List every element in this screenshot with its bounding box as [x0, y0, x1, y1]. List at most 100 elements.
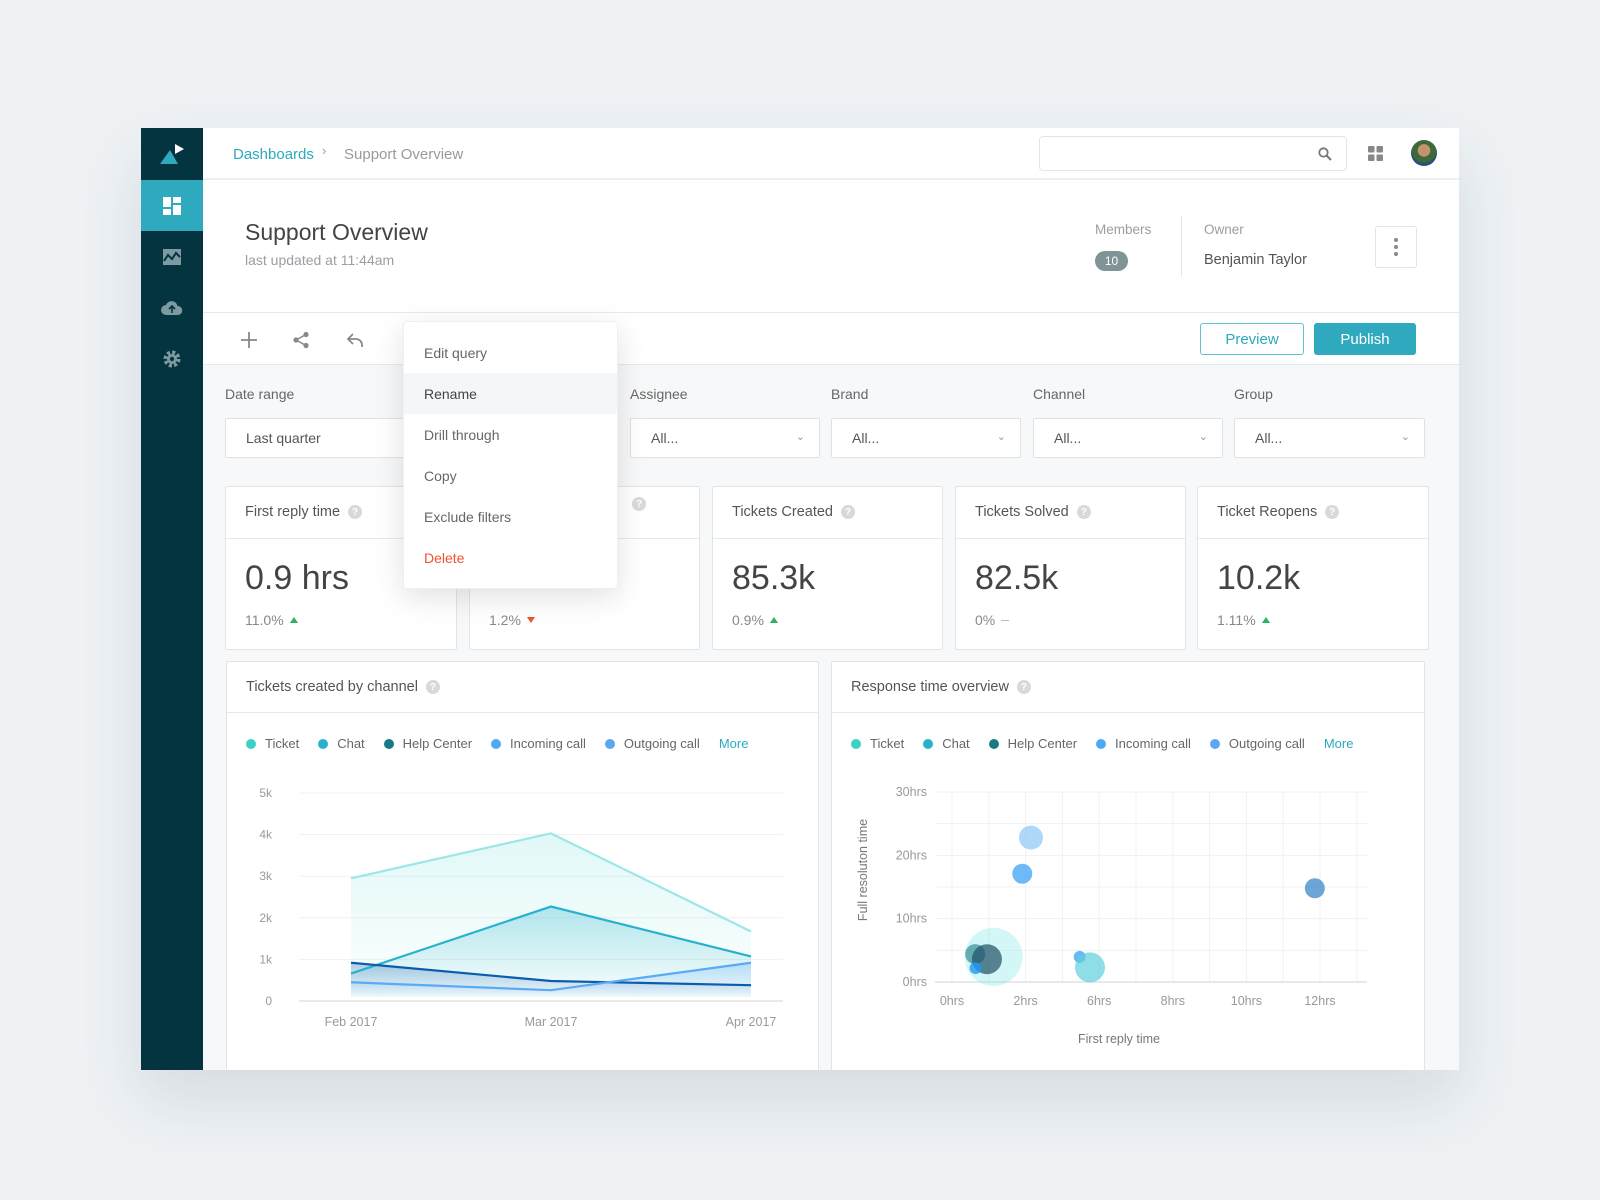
apps-grid-icon[interactable] [1368, 146, 1383, 161]
dashboard-header [203, 180, 1459, 313]
sidebar [141, 128, 203, 1070]
date-range-select[interactable]: Last quarter [225, 418, 425, 458]
sidebar-item-upload[interactable] [141, 282, 203, 333]
chevron-down-icon: ⌄ [1400, 431, 1410, 443]
bubble-point [1018, 825, 1043, 850]
y-tick-label: 30hrs [896, 785, 927, 799]
help-icon[interactable]: ? [1076, 505, 1091, 519]
area-chart: 0 1k 2k 3k 4k 5k Feb 2017 Mar 2017 Apr 2017 [259, 786, 783, 1029]
owner-label: Owner [1204, 222, 1244, 237]
preview-button[interactable]: Preview [1200, 323, 1304, 355]
chevron-down-icon: ⌄ [996, 431, 1006, 443]
cloud-upload-icon [161, 300, 183, 315]
x-tick-label: Feb 2017 [325, 1015, 378, 1029]
kpi-delta: 1.2% [489, 612, 521, 628]
header-divider [1181, 216, 1182, 277]
group-select[interactable]: All... ⌄ [1234, 418, 1425, 458]
bubble-point [1075, 952, 1105, 983]
menu-item-delete[interactable]: Delete [404, 537, 617, 578]
x-tick-label: Mar 2017 [525, 1015, 578, 1029]
assignee-select[interactable]: All... ⌄ [630, 418, 820, 458]
avatar[interactable] [1411, 140, 1437, 166]
y-tick-label: 2k [259, 911, 273, 925]
chart-card-response-time: Response time overview? Ticket Chat Help… [831, 661, 1425, 1070]
dashboard-icon [163, 196, 181, 215]
menu-item-exclude-filters[interactable]: Exclude filters [404, 496, 617, 537]
sidebar-item-dashboards[interactable] [141, 180, 203, 231]
kpi-title: Ticket Reopens [1217, 504, 1318, 520]
y-tick-label: 20hrs [896, 848, 927, 862]
x-tick-label: 0hrs [940, 994, 964, 1008]
x-tick-label: 6hrs [1087, 994, 1111, 1008]
y-tick-label: 1k [259, 952, 273, 966]
search-icon[interactable] [1318, 147, 1332, 161]
menu-item-copy[interactable]: Copy [404, 455, 617, 496]
kpi-card-tickets-solved[interactable]: Tickets Solved? 82.5k 0% [955, 486, 1186, 650]
sidebar-item-reports[interactable] [141, 231, 203, 282]
menu-item-rename[interactable]: Rename [404, 373, 617, 414]
undo-icon[interactable] [346, 331, 364, 349]
y-tick-label: 0 [265, 994, 272, 1008]
gear-icon [163, 350, 181, 367]
kpi-title: Tickets Created [732, 504, 833, 520]
kpi-delta: 0.9% [732, 612, 764, 628]
channel-select[interactable]: All... ⌄ [1033, 418, 1223, 458]
help-icon[interactable]: ? [1325, 505, 1340, 519]
help-icon[interactable]: ? [632, 497, 646, 511]
breadcrumb-separator: › [322, 143, 327, 158]
trend-up-icon [289, 617, 298, 623]
y-axis-label: Full resoluton time [856, 819, 870, 921]
group-value: All... [1255, 430, 1283, 446]
breadcrumb-dashboards[interactable]: Dashboards [233, 146, 314, 163]
x-tick-label: 2hrs [1013, 994, 1037, 1008]
kpi-value: 0.9 hrs [245, 559, 349, 597]
trend-up-icon [769, 617, 778, 623]
filter-label-group: Group [1234, 386, 1273, 402]
kpi-delta: 1.11% [1217, 612, 1256, 628]
menu-item-edit-query[interactable]: Edit query [404, 332, 617, 373]
page-title: Support Overview [245, 219, 428, 245]
menu-item-drill-through[interactable]: Drill through [404, 414, 617, 455]
sidebar-item-settings[interactable] [141, 333, 203, 384]
trend-flat-icon [1001, 619, 1010, 621]
app-window: Dashboards › Support Overview Support Ov… [141, 128, 1459, 1070]
breadcrumb-current: Support Overview [344, 146, 464, 163]
brand-value: All... [852, 430, 880, 446]
search-input[interactable] [1039, 136, 1347, 171]
bubble-chart: 0hrs 10hrs 20hrs 30hrs 0hrs 2hrs 6hrs 8hrs 10hrs… [856, 785, 1367, 1046]
x-tick-label: 8hrs [1161, 994, 1185, 1008]
kpi-title: First reply time [245, 504, 341, 520]
help-icon[interactable]: ? [841, 505, 855, 519]
kpi-delta: 11.0% [245, 612, 284, 628]
y-tick-label: 4k [259, 828, 273, 842]
y-tick-label: 5k [259, 786, 273, 800]
chevron-down-icon: ⌄ [795, 431, 805, 443]
share-icon[interactable] [292, 331, 310, 349]
search-field[interactable] [1050, 137, 1310, 170]
add-icon[interactable] [240, 331, 258, 349]
kpi-value: 85.3k [732, 559, 816, 597]
y-tick-label: 3k [259, 869, 273, 883]
logo-icon[interactable] [141, 128, 203, 180]
kebab-icon [1394, 238, 1398, 242]
assignee-value: All... [651, 430, 679, 446]
help-icon[interactable]: ? [348, 505, 363, 519]
filter-label-date-range: Date range [225, 386, 295, 402]
members-count-badge[interactable]: 10 [1095, 251, 1128, 271]
context-menu: Edit query Rename Drill through Copy Exc… [403, 321, 618, 589]
kpi-value: 10.2k [1217, 559, 1301, 597]
brand-select[interactable]: All... ⌄ [831, 418, 1021, 458]
more-options-button[interactable] [1375, 226, 1417, 268]
publish-button[interactable]: Publish [1314, 323, 1416, 355]
filter-label-brand: Brand [831, 386, 869, 402]
owner-name: Benjamin Taylor [1204, 252, 1307, 268]
kpi-delta: 0% [975, 612, 996, 628]
bubble-point [1304, 878, 1325, 899]
trend-up-icon [1261, 617, 1270, 623]
kpi-value: 82.5k [975, 559, 1059, 597]
kpi-card-ticket-reopens[interactable]: Ticket Reopens? 10.2k 1.11% [1197, 486, 1429, 650]
chart-icon [163, 248, 181, 265]
bubble-point [1012, 863, 1033, 884]
kpi-card-tickets-created[interactable]: Tickets Created? 85.3k 0.9% [712, 486, 943, 650]
y-tick-label: 10hrs [896, 912, 927, 926]
